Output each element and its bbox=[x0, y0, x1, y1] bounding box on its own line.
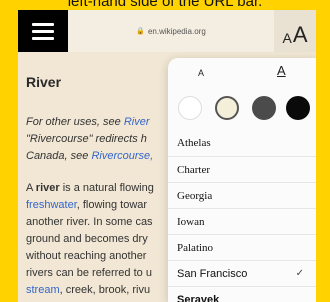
bold-term: river bbox=[35, 182, 60, 194]
url-text: en.wikipedia.org bbox=[147, 26, 206, 36]
font-option-athelas[interactable]: Athelas bbox=[168, 130, 316, 156]
browser-toolbar: 🔒 en.wikipedia.org A A bbox=[18, 10, 316, 52]
reader-settings-panel: A A Athelas Charter Georgia Iowan Palati… bbox=[168, 58, 316, 302]
menu-line-icon bbox=[32, 36, 54, 40]
body-line: A river is a natural flowing bbox=[26, 182, 154, 194]
text-size-large-letter: A bbox=[292, 22, 308, 47]
hatnote-line: "Rivercourse" redirects h bbox=[26, 133, 147, 145]
font-option-georgia[interactable]: Georgia bbox=[168, 182, 316, 208]
article-link[interactable]: stream bbox=[26, 284, 60, 296]
decrease-text-size-button[interactable]: A bbox=[198, 68, 204, 78]
lock-icon: 🔒 bbox=[136, 28, 145, 35]
increase-text-size-button[interactable]: A bbox=[277, 63, 286, 78]
theme-gray-swatch[interactable] bbox=[252, 96, 276, 120]
body-line: freshwater, flowing towar bbox=[26, 199, 148, 211]
theme-sepia-swatch[interactable] bbox=[215, 96, 239, 120]
hatnote-line: For other uses, see River bbox=[26, 116, 150, 128]
tutorial-caption: left-hand side of the URL bar. bbox=[67, 0, 263, 10]
body-line: another river. In some cas bbox=[26, 216, 153, 228]
hatnote: For other uses, see River "Rivercourse" … bbox=[26, 114, 153, 165]
text-size-button[interactable]: A A bbox=[274, 10, 316, 52]
text-size-row: A A bbox=[168, 63, 316, 82]
article-title: River bbox=[26, 74, 62, 90]
font-list: Athelas Charter Georgia Iowan Palatino S… bbox=[168, 130, 316, 302]
font-option-palatino[interactable]: Palatino bbox=[168, 234, 316, 260]
theme-swatches bbox=[168, 96, 316, 122]
phone-screen: 🔒 en.wikipedia.org A A River For other u… bbox=[18, 10, 316, 302]
body-line: ground and becomes dry bbox=[26, 233, 148, 245]
url-bar[interactable]: 🔒 en.wikipedia.org bbox=[68, 10, 274, 52]
font-option-san-francisco[interactable]: San Francisco ✓ bbox=[168, 260, 316, 286]
article-link[interactable]: freshwater bbox=[26, 199, 77, 211]
font-option-charter[interactable]: Charter bbox=[168, 156, 316, 182]
body-line: stream, creek, brook, rivu bbox=[26, 284, 151, 296]
font-option-iowan[interactable]: Iowan bbox=[168, 208, 316, 234]
hamburger-menu-button[interactable] bbox=[18, 10, 68, 52]
article-body: A river is a natural flowing freshwater,… bbox=[26, 180, 154, 299]
hatnote-line: Canada, see Rivercourse, bbox=[26, 150, 154, 162]
body-line: rivers can be referred to u bbox=[26, 267, 152, 279]
hatnote-link[interactable]: Rivercourse, bbox=[91, 150, 153, 162]
font-option-seravek[interactable]: Seravek bbox=[168, 286, 316, 302]
text-size-small-letter: A bbox=[282, 30, 292, 46]
hatnote-link[interactable]: River bbox=[124, 116, 150, 128]
body-line: without reaching another bbox=[26, 250, 147, 262]
theme-black-swatch[interactable] bbox=[286, 96, 310, 120]
checkmark-icon: ✓ bbox=[295, 268, 304, 279]
theme-white-swatch[interactable] bbox=[178, 96, 202, 120]
menu-line-icon bbox=[32, 22, 54, 26]
menu-line-icon bbox=[32, 29, 54, 33]
